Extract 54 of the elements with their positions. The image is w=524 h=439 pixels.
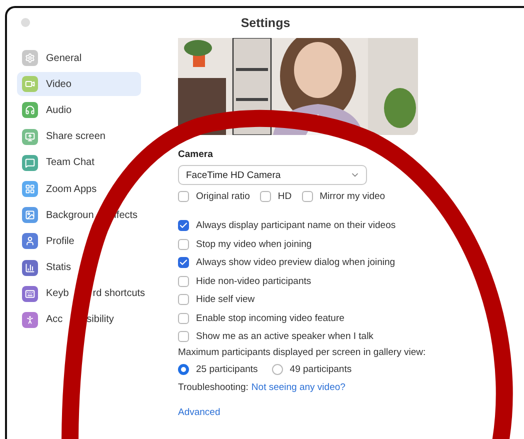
sidebar-entry[interactable]: Statis	[17, 256, 141, 280]
checkbox-option[interactable]: Mirror my video	[302, 187, 386, 206]
sidebar-label: Keyb	[46, 288, 69, 300]
camera-dropdown[interactable]: FaceTime HD Camera	[178, 165, 367, 185]
checkbox[interactable]	[260, 190, 271, 202]
radio-option[interactable]: 49 participants	[272, 360, 352, 378]
checkbox[interactable]	[178, 312, 189, 324]
gallery-label: Maximum participants displayed per screen in gallery view:	[178, 347, 426, 358]
sidebar-label: rd shortcuts	[92, 288, 146, 300]
sidebar-item[interactable]: Video	[17, 72, 141, 96]
troubleshooting-link[interactable]: Not seeing any video?	[251, 382, 346, 392]
section-heading: Camera	[178, 149, 214, 160]
checkbox-option[interactable]: Always display participant name on their videos	[178, 216, 524, 235]
sidebar-label: Share screen	[46, 131, 106, 142]
checkbox[interactable]	[178, 238, 189, 250]
window-title: Settings	[240, 16, 290, 30]
checkbox-option[interactable]: Show me as an active speaker when I talk	[178, 328, 524, 346]
checkbox-option[interactable]: Enable stop incoming video feature	[178, 309, 524, 328]
radio-button[interactable]	[178, 364, 189, 375]
radio-button[interactable]	[272, 364, 283, 375]
sidebar-label: Zoom Apps	[46, 184, 97, 195]
advanced-link[interactable]: Advanced	[178, 406, 220, 418]
sidebar-entry[interactable]: Zoom Apps	[17, 176, 141, 202]
checkbox-option[interactable]: HD	[260, 187, 292, 206]
sidebar-entry[interactable]: Team Chat	[17, 150, 141, 175]
troubleshooting-label: Troubleshooting:	[178, 382, 248, 392]
sidebar-entry[interactable]: General	[17, 46, 141, 70]
sidebar-label: Backgroun	[46, 210, 94, 221]
sidebar-label: Audio	[46, 104, 72, 116]
checkbox-option[interactable]: Hide self view	[178, 290, 524, 309]
window-control-icon[interactable]	[21, 18, 30, 27]
sidebar-entry[interactable]: Acc sibility	[17, 308, 141, 332]
sidebar-label: Team Chat	[46, 157, 94, 168]
checkbox-option[interactable]: Stop my video when joining	[178, 235, 524, 254]
checkbox[interactable]	[178, 294, 189, 306]
sidebar-label: General	[46, 52, 82, 64]
checkbox[interactable]	[178, 331, 189, 342]
checkbox[interactable]	[178, 220, 189, 232]
sidebar-entry[interactable]: Profile	[17, 229, 141, 254]
sidebar-label: Acc	[46, 314, 63, 326]
radio-option[interactable]: 25 participants	[178, 360, 258, 378]
sidebar-label: sibility	[86, 314, 114, 326]
sidebar-label: Video	[46, 78, 72, 90]
sidebar-label: Profile	[46, 236, 74, 247]
checkbox-option[interactable]: Original ratio	[178, 187, 250, 206]
sidebar-label: Statis	[46, 262, 72, 274]
checkbox-option[interactable]: Always show video preview dialog when joining	[178, 254, 524, 272]
checkbox[interactable]	[178, 257, 189, 268]
checkbox-option[interactable]: Hide non-video participants	[178, 272, 524, 290]
sidebar-entry[interactable]: Audio	[17, 98, 141, 123]
checkbox[interactable]	[302, 190, 313, 202]
sidebar-entry[interactable]: Share screen	[17, 124, 141, 149]
checkbox[interactable]	[178, 276, 189, 287]
checkbox[interactable]	[178, 190, 189, 202]
